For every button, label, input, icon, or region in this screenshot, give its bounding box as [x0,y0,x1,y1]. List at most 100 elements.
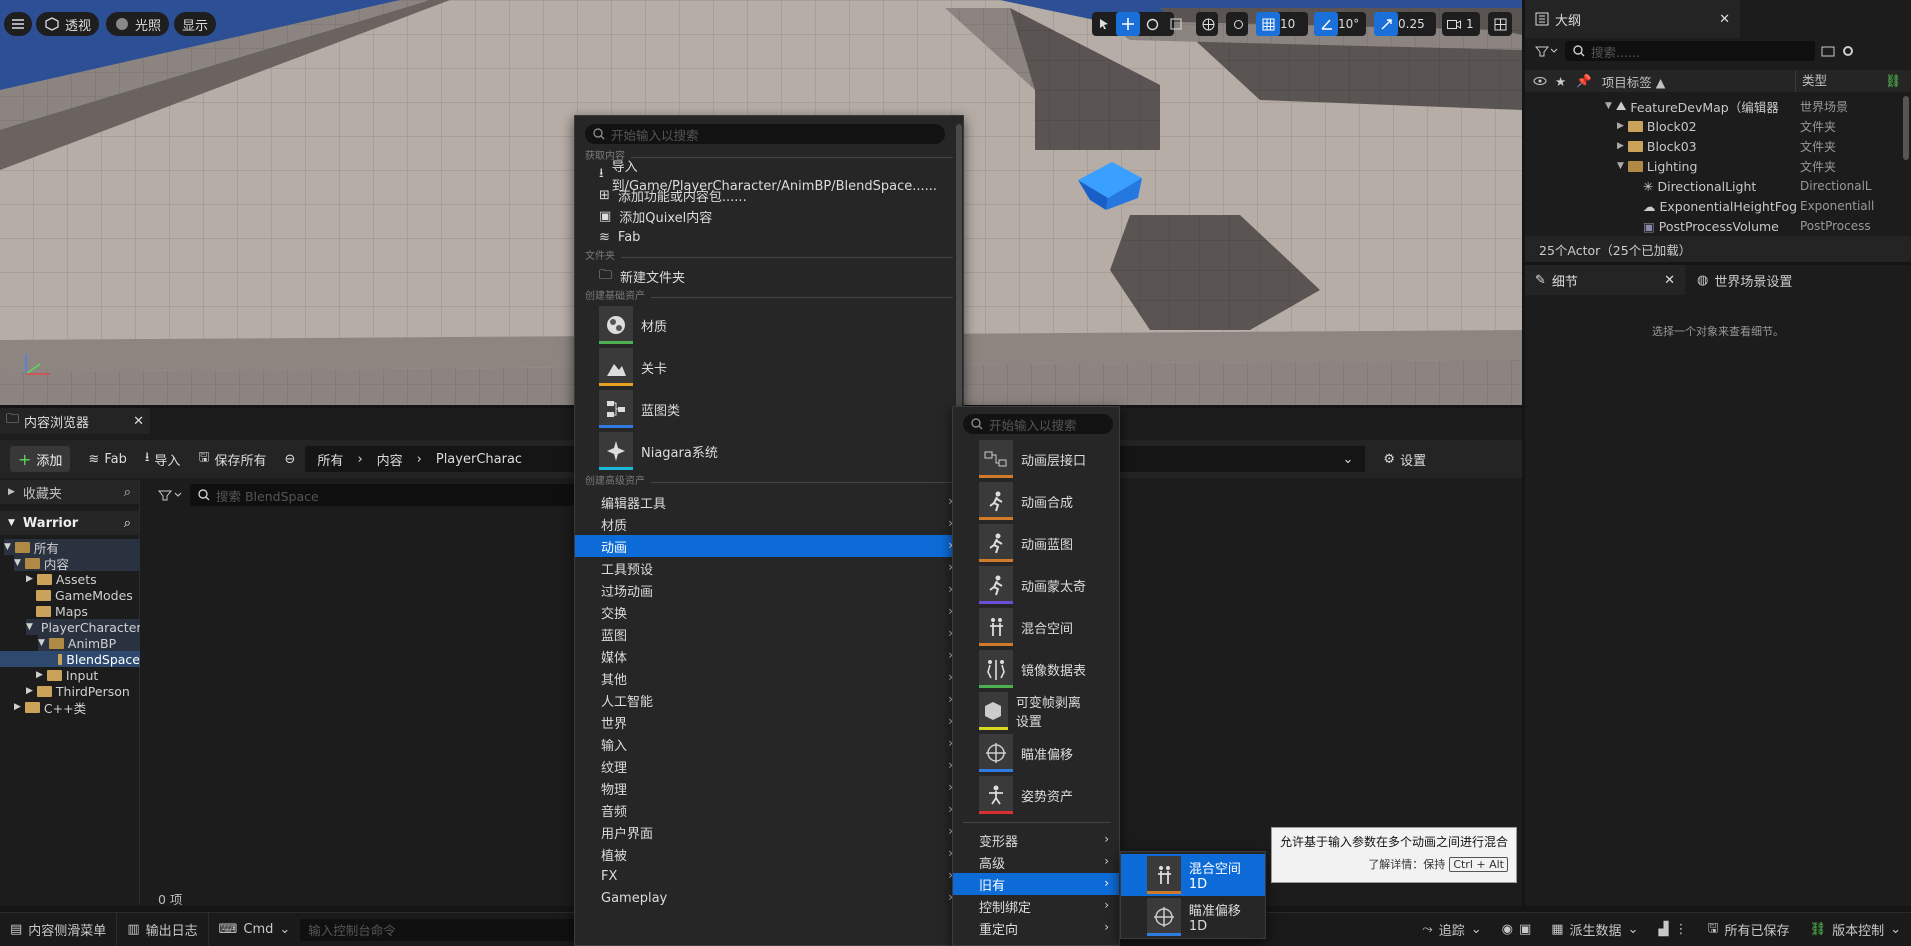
menu-item-editor-tools[interactable]: 编辑器工具 › [575,491,963,513]
surface-snap-button[interactable] [1226,12,1248,36]
filter-icon[interactable] [1535,45,1559,57]
move-tool-icon[interactable] [1116,12,1140,36]
outliner-row[interactable]: ☁ ExponentialHeightFog Exponentiall [1643,196,1897,216]
menu-item-aim-offset[interactable]: 瞄准偏移 [953,732,1119,774]
scale-tool-icon[interactable] [1164,12,1188,36]
back-button[interactable]: ⊖ [285,452,296,467]
menu-item-foliage[interactable]: 植被 › [575,843,963,865]
menu-item-material[interactable]: 材质 [575,304,963,346]
menu-item-anim-composite[interactable]: 动画合成 [953,480,1119,522]
menu-item-anim-blueprint[interactable]: 动画蓝图 [953,522,1119,564]
menu-item-anim-montage[interactable]: 动画蒙太奇 [953,564,1119,606]
add-button[interactable]: + 添加 [10,446,71,472]
menu-item-texture[interactable]: 纹理 › [575,755,963,777]
filter-icon[interactable] [158,489,184,501]
menu-item-blend-space-1d[interactable]: 混合空间1D [1121,854,1265,896]
outliner-row[interactable]: ▼ Lighting 文件夹 [1617,156,1897,176]
trace-button[interactable]: ⤳ 追踪 ⌄ [1412,913,1491,946]
menu-item-ui[interactable]: 用户界面 › [575,821,963,843]
menu-item-blend-space[interactable]: 混合空间 [953,606,1119,648]
viewport-menu-button[interactable] [4,12,32,36]
profiler-button[interactable]: ▟ ⋮ [1648,913,1697,946]
menu-item-import[interactable]: ⭳ 导入到/Game/PlayerCharacter/AnimBP/BlendSp… [575,160,963,194]
tree-item[interactable]: ▶ Input [36,667,98,683]
favorites-header[interactable]: ▶ 收藏夹 ⌕ [0,480,139,504]
tree-item[interactable]: ▶ Assets [26,571,97,587]
world-settings-tab[interactable]: ◍ 世界场景设置 [1685,265,1804,295]
menu-item-blueprint-class[interactable]: 蓝图类 [575,388,963,430]
camera-speed-button[interactable]: 1 [1442,12,1480,36]
star-icon[interactable]: ★ [1555,74,1566,89]
save-all-button[interactable]: 🖫 保存所有 [198,448,266,470]
menu-item-pose-asset[interactable]: 姿势资产 [953,774,1119,816]
col-type-header[interactable]: 类型 [1795,70,1827,92]
menu-item-retarget[interactable]: 重定向 › [953,917,1119,939]
select-tool-icon[interactable] [1092,12,1116,36]
lit-button[interactable]: 光照 [106,12,170,36]
pin-icon[interactable]: 📌 [1576,73,1592,89]
menu-item-aim-offset-1d[interactable]: 瞄准偏移1D [1121,896,1265,938]
menu-item-misc[interactable]: 其他 › [575,667,963,689]
scale-snap-button[interactable]: 0.25 [1374,12,1436,36]
output-log-button[interactable]: ▥ 输出日志 [117,912,209,946]
record-button[interactable]: ◉ ▣ [1492,913,1542,946]
menu-item-audio[interactable]: 音频 › [575,799,963,821]
close-icon[interactable]: ✕ [1719,12,1730,27]
cmd-dropdown[interactable]: ⌨ Cmd ⌄ [209,913,301,946]
menu-item-add-feature[interactable]: ⊞ 添加功能或内容包...... [575,185,963,206]
menu-item-interchange[interactable]: 交换 › [575,601,963,623]
menu-item-control-rig[interactable]: 控制绑定 › [953,895,1119,917]
outliner-scrollbar[interactable] [1903,96,1909,160]
breadcrumb-item[interactable]: 内容 [377,450,403,469]
settings-button[interactable]: ⚙ 设置 [1383,450,1426,469]
close-icon[interactable]: ✕ [1664,273,1675,288]
show-button[interactable]: 显示 [174,12,217,36]
project-header[interactable]: ▼ Warrior ⌕ [0,511,139,535]
add-folder-icon[interactable] [1821,45,1835,57]
menu-item-variable-frame-strip[interactable]: 可变帧剥离设置 [953,690,1119,732]
close-icon[interactable]: ✕ [133,414,144,429]
fab-button[interactable]: ≋ Fab [88,452,126,467]
asset-search-input[interactable]: 搜索 BlendSpace [190,484,590,506]
submenu-search-input[interactable]: 开始输入以搜索 [963,414,1113,434]
menu-item-quixel[interactable]: ▣ 添加Quixel内容 [575,206,963,227]
outliner-row[interactable]: ▼ ⛰ FeatureDevMap（编辑器 世界场景 [1605,96,1897,116]
derived-data-button[interactable]: ▦ 派生数据 ⌄ [1541,913,1648,946]
import-button[interactable]: ⭳ 导入 [145,448,181,470]
outliner-search-input[interactable]: 搜索...... [1565,41,1815,61]
menu-item-media[interactable]: 媒体 › [575,645,963,667]
menu-item-new-folder[interactable]: 🗀 新建文件夹 [575,266,963,287]
menu-search-input[interactable]: 开始输入以搜索 [585,124,945,144]
tree-item[interactable]: Maps [36,603,88,619]
tree-item[interactable]: ▶ C++类 [14,699,86,716]
menu-item-advanced[interactable]: 高级 › [953,851,1119,873]
outliner-row[interactable]: ▶ Block03 文件夹 [1617,136,1897,156]
tree-item-selected[interactable]: BlendSpace [0,651,140,667]
menu-item-fx[interactable]: FX › [575,865,963,887]
source-control-button[interactable]: ⛓ 版本控制 ⌄ [1800,913,1911,946]
menu-item-ai[interactable]: 人工智能 › [575,689,963,711]
menu-item-mirror-table[interactable]: 镜像数据表 [953,648,1119,690]
col-label-header[interactable]: 项目标签 ▲ [1602,72,1666,91]
rotate-tool-icon[interactable] [1140,12,1164,36]
tree-item[interactable]: ▼ 内容 [14,555,140,572]
content-browser-tab[interactable]: 🗀 内容浏览器 ✕ [0,408,150,434]
menu-item-physics[interactable]: 物理 › [575,777,963,799]
search-icon[interactable]: ⌕ [124,516,131,531]
menu-item-animation[interactable]: 动画 › [575,535,963,557]
tree-item[interactable]: ▼ PlayerCharacter [26,619,140,635]
breadcrumb-item[interactable]: 所有 [317,450,343,469]
menu-item-anim-layer-interface[interactable]: 动画层接口 [953,438,1119,480]
menu-item-material-sub[interactable]: 材质 › [575,513,963,535]
settings-gear-icon[interactable] [1841,44,1855,58]
menu-item-legacy[interactable]: 旧有 › [953,873,1119,895]
menu-item-cinematics[interactable]: 过场动画 › [575,579,963,601]
grid-snap-button[interactable]: 10 [1256,12,1308,36]
layout-button[interactable] [1488,12,1512,36]
save-all-status[interactable]: 🖫 所有已保存 [1697,913,1799,946]
perspective-button[interactable]: 透视 [36,12,100,36]
world-local-button[interactable] [1196,12,1218,36]
menu-item-niagara[interactable]: Niagara系统 [575,430,963,472]
menu-item-tool-presets[interactable]: 工具预设 › [575,557,963,579]
menu-item-world[interactable]: 世界 › [575,711,963,733]
